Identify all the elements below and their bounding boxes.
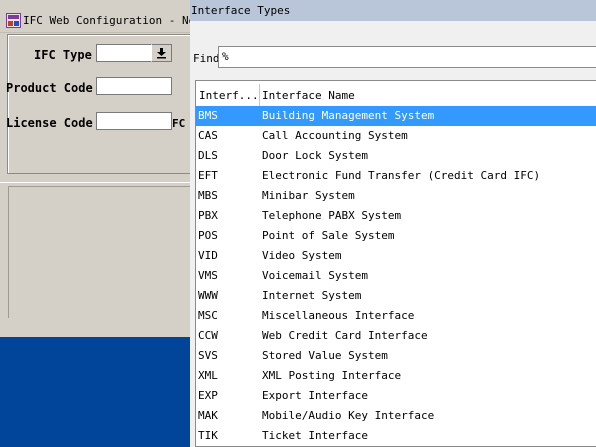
window-title: IFC Web Configuration - New <box>23 14 202 27</box>
list-header: Interf... Interface Name <box>196 84 596 107</box>
row-code: MBS <box>198 189 218 202</box>
row-name: Video System <box>262 249 342 262</box>
product-code-input[interactable] <box>96 77 172 95</box>
ifc-config-titlebar[interactable]: IFC Web Configuration - New <box>0 9 202 33</box>
row-name: Ticket Interface <box>262 429 368 442</box>
row-name: Electronic Fund Transfer (Credit Card IF… <box>262 169 541 182</box>
row-code: XML <box>198 369 218 382</box>
list-row[interactable]: VMS Voicemail System <box>196 266 596 286</box>
row-code: MAK <box>198 409 218 422</box>
list-row[interactable]: WWW Internet System <box>196 286 596 306</box>
list-row[interactable]: PBX Telephone PABX System <box>196 206 596 226</box>
row-code: SVS <box>198 349 218 362</box>
column-header-name[interactable]: Interface Name <box>262 89 355 102</box>
row-name: Miscellaneous Interface <box>262 309 415 322</box>
row-code: EFT <box>198 169 218 182</box>
list-row[interactable]: DLS Door Lock System <box>196 146 596 166</box>
row-name: Stored Value System <box>262 349 388 362</box>
row-name: Export Interface <box>262 389 368 402</box>
row-name: Building Management System <box>262 109 435 122</box>
row-name: Telephone PABX System <box>262 209 402 222</box>
list-row[interactable]: POS Point of Sale System <box>196 226 596 246</box>
download-arrow-icon <box>157 48 166 59</box>
row-name: Web Credit Card Interface <box>262 329 428 342</box>
row-code: VMS <box>198 269 218 282</box>
row-code: BMS <box>198 109 218 122</box>
ifc-type-dropdown-button[interactable] <box>151 44 172 62</box>
row-code: PBX <box>198 209 218 222</box>
row-name: XML Posting Interface <box>262 369 402 382</box>
column-divider[interactable] <box>259 84 260 106</box>
row-code: EXP <box>198 389 218 402</box>
desktop-background <box>0 345 190 447</box>
list-row[interactable]: EXP Export Interface <box>196 386 596 406</box>
license-code-input[interactable] <box>96 112 172 130</box>
row-name: Mobile/Audio Key Interface <box>262 409 435 422</box>
ifc-type-label: IFC Type <box>34 48 92 62</box>
product-code-label: Product Code <box>6 81 93 95</box>
row-name: Internet System <box>262 289 362 302</box>
list-row[interactable]: TIK Ticket Interface <box>196 426 596 446</box>
app-icon <box>6 13 21 28</box>
column-header-code[interactable]: Interf... <box>199 89 259 102</box>
dialog-titlebar[interactable]: Interface Types <box>190 0 596 21</box>
dialog-title: Interface Types <box>191 4 291 17</box>
row-code: POS <box>198 229 218 242</box>
list-row[interactable]: MSC Miscellaneous Interface <box>196 306 596 326</box>
list-row[interactable]: BMS Building Management System <box>196 106 596 126</box>
interface-list[interactable]: Interf... Interface Name BMS Building Man… <box>195 80 596 447</box>
ifc-lower-panel <box>8 186 191 318</box>
list-row[interactable]: MAK Mobile/Audio Key Interface <box>196 406 596 426</box>
ifc-config-window: IFC Web Configuration - New IFC Type Pro… <box>0 0 202 337</box>
row-code: CAS <box>198 129 218 142</box>
row-code: MSC <box>198 309 218 322</box>
list-row[interactable]: CAS Call Accounting System <box>196 126 596 146</box>
row-name: Point of Sale System <box>262 229 395 242</box>
interface-types-dialog: Interface Types Find % Interf... Interfa… <box>190 0 596 447</box>
row-code: CCW <box>198 329 218 342</box>
ifc-type-input[interactable] <box>96 44 152 62</box>
list-row[interactable]: EFT Electronic Fund Transfer (Credit Card… <box>196 166 596 186</box>
row-name: Call Accounting System <box>262 129 408 142</box>
row-name: Door Lock System <box>262 149 368 162</box>
row-name: Minibar System <box>262 189 355 202</box>
list-row[interactable]: CCW Web Credit Card Interface <box>196 326 596 346</box>
find-label: Find <box>193 52 220 65</box>
list-row[interactable]: MBS Minibar System <box>196 186 596 206</box>
list-row[interactable]: XML XML Posting Interface <box>196 366 596 386</box>
license-code-label: License Code <box>6 116 93 130</box>
find-input[interactable]: % <box>218 46 596 68</box>
row-code: WWW <box>198 289 218 302</box>
row-code: VID <box>198 249 218 262</box>
row-name: Voicemail System <box>262 269 368 282</box>
truncated-label: FC <box>172 117 186 130</box>
row-code: TIK <box>198 429 218 442</box>
list-row[interactable]: SVS Stored Value System <box>196 346 596 366</box>
list-row[interactable]: VID Video System <box>196 246 596 266</box>
row-code: DLS <box>198 149 218 162</box>
